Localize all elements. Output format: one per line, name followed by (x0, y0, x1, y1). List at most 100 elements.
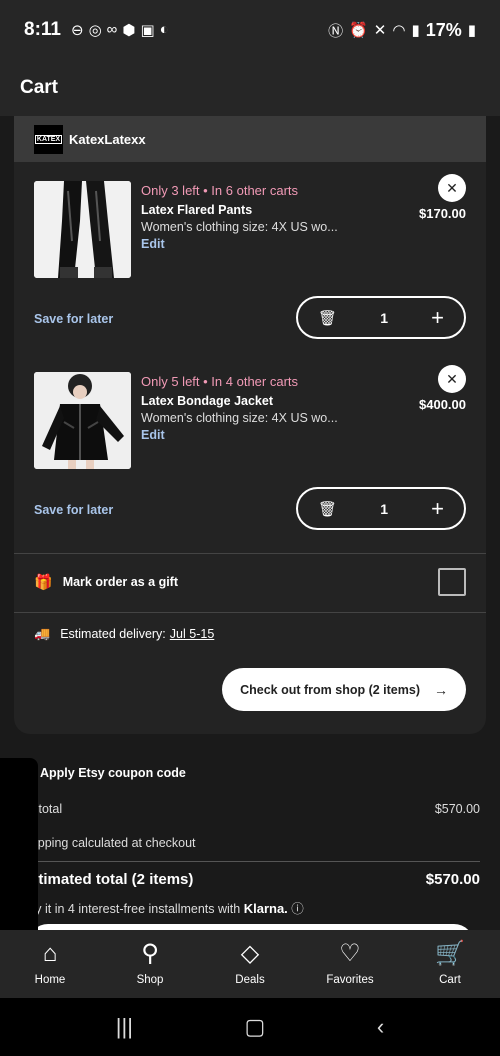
status-time: 8:11 (24, 19, 61, 40)
bottom-nav: ⌂ Home ⚲ Shop ◇ Deals ♡ Favorites 🛒 Cart (0, 930, 500, 998)
gift-label: Mark order as a gift (62, 575, 179, 589)
delivery-date[interactable]: Jul 5-15 (170, 627, 214, 641)
gallery-icon: ▣ (140, 22, 155, 39)
shop-card: KATEX KatexLatexx Only 3 left • In 6 oth… (14, 116, 486, 734)
plus-icon[interactable]: + (431, 497, 444, 520)
shipping-label: ipping calculated at checkout (35, 836, 196, 850)
alarm-icon: ⏰ (349, 22, 368, 39)
checkout-label: Check out from shop (2 items) (240, 682, 420, 697)
mute-icon: ✕ (373, 22, 387, 39)
remove-item-button[interactable]: ✕ (438, 174, 466, 202)
klarna-text: Pay it in 4 interest-free installments w… (20, 902, 241, 916)
nav-label: Deals (235, 974, 265, 986)
save-for-later-link[interactable]: Save for later (34, 503, 113, 517)
cart-item: Only 3 left • In 6 other carts Latex Fla… (34, 174, 466, 341)
subtotal-value: $570.00 (434, 802, 480, 816)
nfc-icon: Ⓝ (328, 22, 344, 40)
shop-header[interactable]: KATEX KatexLatexx (14, 116, 486, 162)
nav-home[interactable]: ⌂ Home (0, 930, 100, 998)
gift-row[interactable]: 🎁 Mark order as a gift (34, 556, 466, 608)
shipping-row: ipping calculated at checkout (20, 836, 480, 850)
item-price: $400.00 (419, 397, 466, 412)
estimated-total-row: Estimated total (2 items) $570.00 (20, 871, 480, 888)
sync-icon: ◐ (159, 21, 169, 38)
divider (20, 861, 480, 862)
trash-icon[interactable]: 🗑 (318, 500, 337, 518)
heart-icon: ♡ (339, 940, 361, 967)
overlay-tab (0, 758, 38, 930)
nav-label: Shop (136, 974, 164, 986)
gift-checkbox[interactable] (438, 568, 466, 596)
klarna-brand: Klarna. (243, 901, 288, 916)
cart-item: Only 5 left • In 4 other carts Latex Bon… (34, 365, 466, 532)
save-for-later-link[interactable]: Save for later (34, 312, 113, 326)
back-icon[interactable]: ‹ (377, 1014, 384, 1040)
nav-shop[interactable]: ⚲ Shop (100, 930, 200, 998)
klarna-row: Pay it in 4 interest-free installments w… (20, 898, 304, 917)
app-header: Cart (0, 60, 500, 116)
item-info: Only 5 left • In 4 other carts Latex Bon… (141, 372, 361, 444)
arrow-right-icon: → (434, 681, 448, 698)
quantity-value: 1 (380, 500, 388, 517)
item-variant: Women's clothing size: 4X US wo... (141, 411, 338, 425)
subtotal-row: ıtotal $570.00 (20, 802, 480, 816)
coupon-link[interactable]: Apply Etsy coupon code (40, 766, 186, 780)
cart-content[interactable]: KATEX KatexLatexx Only 3 left • In 6 oth… (0, 116, 500, 930)
close-icon: ✕ (446, 179, 458, 196)
edit-link[interactable]: Edit (141, 236, 361, 253)
quantity-stepper: 🗑 1 + (296, 487, 466, 530)
status-bar: 8:11 ⊖ ◎ ∞ ⬢ ▣ ◐ Ⓝ ⏰ ✕ ◠ ▮ 17% ▮ (0, 0, 500, 60)
page-title: Cart (20, 77, 59, 98)
item-price: $170.00 (419, 206, 466, 221)
pants-image (34, 181, 131, 278)
close-icon: ✕ (446, 370, 458, 387)
item-thumbnail[interactable] (34, 181, 131, 278)
battery-percent: 17% (425, 19, 462, 40)
item-title[interactable]: Latex Flared Pants (141, 201, 361, 219)
recents-icon[interactable]: ||| (116, 1014, 133, 1040)
divider (14, 612, 486, 613)
item-title[interactable]: Latex Bondage Jacket (141, 392, 361, 410)
quantity-value: 1 (380, 309, 388, 326)
signal-icon: ▮ (411, 22, 420, 39)
remove-item-button[interactable]: ✕ (438, 365, 466, 393)
status-icons-right: Ⓝ ⏰ ✕ ◠ ▮ 17% ▮ (328, 20, 476, 41)
tag-icon: ◇ (240, 940, 260, 967)
system-nav-bar: ||| ▢ ‹ (0, 998, 500, 1056)
nav-favorites[interactable]: ♡ Favorites (300, 930, 400, 998)
plus-icon[interactable]: + (431, 306, 444, 329)
search-icon: ⚲ (141, 940, 159, 967)
truck-icon: 🚚 (34, 626, 51, 641)
nav-deals[interactable]: ◇ Deals (200, 930, 300, 998)
item-stock: Only 5 left • In 4 other carts (141, 374, 299, 389)
nav-label: Favorites (326, 974, 374, 986)
wifi-icon: ◠ (392, 22, 406, 39)
status-icons-left: ⊖ ◎ ∞ ⬢ ▣ ◐ (71, 21, 169, 39)
checkout-shop-button[interactable]: Check out from shop (2 items) → (222, 668, 466, 711)
trash-icon[interactable]: 🗑 (318, 309, 337, 327)
jacket-image (34, 372, 131, 469)
shop-logo: KATEX (34, 124, 63, 154)
voicemail-icon: ∞ (106, 21, 118, 38)
item-stock: Only 3 left • In 6 other carts (141, 183, 299, 198)
cart-icon: 🛒 (435, 940, 465, 967)
minus-circle-icon: ⊖ (70, 22, 84, 39)
item-info: Only 3 left • In 6 other carts Latex Fla… (141, 181, 361, 253)
shop-logo-text: KATEX (34, 134, 63, 144)
quantity-stepper: 🗑 1 + (296, 296, 466, 339)
item-variant: Women's clothing size: 4X US wo... (141, 220, 338, 234)
gift-icon: 🎁 (34, 574, 53, 591)
nav-cart[interactable]: 🛒 Cart (400, 930, 500, 998)
divider (14, 553, 486, 554)
delivery-label: Estimated delivery: (60, 627, 166, 641)
home-button-icon[interactable]: ▢ (245, 1014, 266, 1040)
info-icon[interactable]: ⓘ (291, 902, 304, 916)
nav-label: Home (34, 974, 66, 986)
battery-icon: ▮ (467, 22, 476, 39)
edit-link[interactable]: Edit (141, 427, 361, 444)
chase-icon: ⬢ (122, 22, 136, 39)
item-thumbnail[interactable] (34, 372, 131, 469)
instagram-icon: ◎ (88, 22, 102, 39)
shop-name[interactable]: KatexLatexx (69, 132, 146, 147)
estimated-total-label: Estimated total (2 items) (20, 871, 194, 888)
